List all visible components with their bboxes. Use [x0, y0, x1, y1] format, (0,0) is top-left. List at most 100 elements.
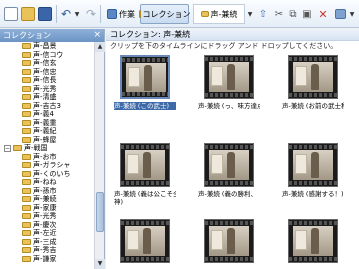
tree-folder-item[interactable]: 声-光秀 [0, 85, 95, 94]
clip-item[interactable] [198, 219, 260, 263]
new-project-button[interactable] [3, 4, 19, 24]
clip-item[interactable]: 声-兼続 (感謝する！) [282, 143, 344, 198]
tree-scrollbar[interactable]: ▲ ▼ [94, 42, 105, 269]
clip-item[interactable]: 声-兼続 (義は公こそ全て神) [114, 143, 176, 206]
folder-icon [22, 247, 31, 253]
video-frame-figure [227, 64, 235, 90]
clip-thumbnail[interactable] [120, 143, 170, 187]
clip-item[interactable]: 声-兼続 (義の勝利、 [198, 143, 260, 198]
tree-folder-item[interactable]: 声-信コウ [0, 51, 95, 60]
filmstrip-icon [122, 58, 168, 62]
clip-thumbnail[interactable] [288, 219, 338, 263]
undo-button[interactable]: ↶ [59, 4, 73, 24]
clip-thumbnail[interactable] [288, 55, 338, 99]
tree-folder-item[interactable]: 声-慶次 [0, 221, 95, 230]
copy-button[interactable]: ⧉ [286, 4, 300, 24]
clip-thumbnail[interactable] [120, 219, 170, 263]
view-dropdown[interactable]: ▼ [348, 4, 356, 24]
open-button[interactable] [20, 4, 36, 24]
tree-item-label: 声-光秀 [33, 212, 57, 220]
tree-folder-item[interactable]: 声-信長 [0, 76, 95, 85]
close-icon[interactable]: × [93, 29, 101, 42]
folder-icon [22, 213, 31, 219]
tree-folder-item[interactable]: 声-お市 [0, 153, 95, 162]
tree-folder-item[interactable]: 声-ねね [0, 178, 95, 187]
folder-icon [22, 230, 31, 236]
tree-folder-item[interactable]: 声-孫市 [0, 187, 95, 196]
tree-folder-item[interactable]: 声-義4 [0, 110, 95, 119]
tree-folder-item[interactable]: 声-信忠 [0, 68, 95, 77]
up-level-button[interactable]: ⇧ [256, 4, 270, 24]
tree-item-label: 声-慶次 [33, 220, 57, 229]
tree-item-label: 声-信長 [33, 76, 57, 84]
tree-folder-item[interactable]: 声-昌景 [0, 42, 95, 51]
filmstrip-icon [289, 221, 337, 225]
undo-dropdown[interactable]: ▼ [73, 4, 81, 24]
tree-folder-item[interactable]: 声-ガラシャ [0, 161, 95, 170]
clip-item[interactable]: 声-兼続 (この武士) [114, 55, 176, 110]
collection-selector[interactable]: 声-兼続 [193, 4, 245, 24]
tree-folder-item[interactable]: 声-兼続 [0, 195, 95, 204]
save-disk-icon [38, 7, 52, 21]
redo-button[interactable]: ↷ [84, 4, 98, 24]
video-frame-figure [227, 228, 235, 254]
folder-icon [22, 221, 31, 228]
paste-icon: ▣ [302, 8, 312, 20]
tree-folder-item[interactable]: 声-蜂屋 [0, 136, 95, 145]
delete-x-icon: ✕ [318, 7, 328, 21]
tree-folder-item[interactable]: 声-清盛 [0, 93, 95, 102]
tree-folder-item[interactable]: 声-謙家 [0, 255, 95, 264]
chevron-down-icon: ▼ [247, 10, 253, 18]
view-button[interactable] [332, 4, 348, 24]
clip-thumbnail[interactable] [204, 219, 254, 263]
view-icon [334, 9, 346, 19]
clip-thumbnail[interactable] [288, 143, 338, 187]
clip-item[interactable] [114, 219, 176, 263]
tree-item-label: 声-くのいち [33, 169, 71, 178]
clip-thumbnail[interactable] [120, 55, 170, 99]
collection-contents-title: コレクション: 声-兼続 [106, 29, 359, 41]
chevron-down-icon: ▼ [74, 10, 80, 18]
clip-item[interactable]: 声-兼続 (っ、味方達点を [198, 55, 260, 110]
collections-tree: 声-昌景 声-信コウ 声-信玄 声-信忠 声-信長 声-光秀 声-清盛 声-吉古3 声-義4 声-… [0, 42, 95, 269]
filmstrip-icon [289, 257, 337, 261]
scroll-thumb[interactable] [96, 192, 104, 232]
tree-folder-item[interactable]: 声-くのいち [0, 170, 95, 179]
open-folder-icon [21, 7, 35, 21]
clip-thumbnail[interactable] [204, 143, 254, 187]
collection-dropdown[interactable]: ▼ [246, 4, 254, 24]
tree-folder-item[interactable]: 声-秀吉 [0, 246, 95, 255]
tasks-button[interactable]: 作業 [104, 4, 138, 24]
tree-folder-item[interactable]: 声-光秀 [0, 212, 95, 221]
tree-folder-item[interactable]: 声-義紀 [0, 127, 95, 136]
collections-button[interactable]: コレクション [138, 4, 191, 24]
clip-item[interactable] [282, 219, 344, 263]
scroll-up-arrow-icon[interactable]: ▲ [95, 42, 105, 52]
tree-folder-item[interactable]: 声-家康 [0, 204, 95, 213]
cut-button[interactable]: ✂ [272, 4, 286, 24]
folder-icon [200, 11, 209, 17]
clip-thumbnail[interactable] [204, 55, 254, 99]
tasks-label: 作業 [119, 9, 135, 19]
collections-pane-header: コレクション × [0, 29, 104, 42]
save-button[interactable] [37, 4, 53, 24]
tree-folder-item[interactable]: 声-義重 [0, 119, 95, 128]
delete-button[interactable]: ✕ [316, 4, 330, 24]
paste-button[interactable]: ▣ [300, 4, 314, 24]
tree-folder-item[interactable]: 声-吉古3 [0, 102, 95, 111]
tree-item-label: 声-お市 [33, 152, 57, 161]
undo-icon: ↶ [60, 7, 72, 21]
tree-folder-item[interactable]: 声-信玄 [0, 59, 95, 68]
collapse-icon[interactable]: − [4, 144, 11, 152]
filmstrip-icon [289, 181, 337, 185]
clip-item[interactable]: 声-兼続 (お前の武士私の [282, 55, 344, 110]
video-frame-panel [295, 66, 307, 86]
tree-folder-item[interactable]: 声-三成 [0, 238, 95, 247]
filmstrip-icon [289, 145, 337, 149]
collections-pane-title: コレクション [3, 31, 51, 40]
filmstrip-icon [205, 221, 253, 225]
scroll-down-arrow-icon[interactable]: ▼ [95, 259, 105, 269]
video-frame-figure [143, 228, 151, 254]
tree-folder-parent[interactable]: − 声-戦国 [0, 144, 95, 153]
tree-folder-item[interactable]: 声-左近 [0, 229, 95, 238]
